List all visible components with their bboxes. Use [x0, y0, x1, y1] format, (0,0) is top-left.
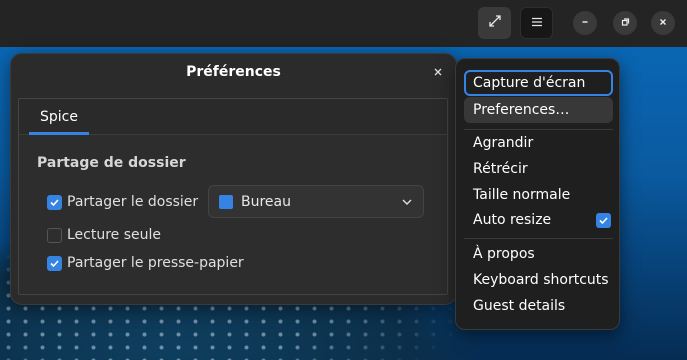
menu-item-preferences[interactable]: Preferences…	[464, 97, 613, 123]
menu-item-screenshot[interactable]: Capture d'écran	[464, 70, 613, 96]
dialog-title: Préférences	[186, 64, 281, 80]
read-only-label: Lecture seule	[67, 227, 162, 243]
tab-selected-indicator	[29, 132, 89, 135]
folder-icon	[219, 194, 233, 209]
menu-item-zoom-out[interactable]: Rétrécir	[464, 156, 613, 182]
main-menu-button[interactable]	[520, 7, 553, 39]
hamburger-menu-icon	[531, 15, 543, 31]
close-icon	[658, 15, 668, 31]
section-title-folder-sharing: Partage de dossier	[37, 155, 186, 171]
menu-item-about[interactable]: À propos	[464, 241, 613, 267]
preferences-notebook: Spice Partage de dossier Partager le dos…	[18, 98, 448, 295]
menu-item-keyboard-shortcuts[interactable]: Keyboard shortcuts	[464, 267, 613, 293]
chevron-down-icon	[401, 196, 413, 212]
share-folder-checkbox[interactable]: Partager le dossier	[47, 194, 198, 210]
share-clipboard-label: Partager le presse-papier	[67, 255, 244, 271]
checkbox-checked-icon	[596, 212, 611, 228]
fullscreen-icon	[488, 14, 502, 32]
auto-resize-label: Auto resize	[473, 212, 552, 228]
read-only-checkbox[interactable]: Lecture seule	[47, 227, 161, 243]
minimize-icon	[580, 15, 590, 31]
checkbox-checked-icon	[47, 194, 62, 210]
minimize-button[interactable]	[573, 11, 597, 35]
menu-item-auto-resize[interactable]: Auto resize	[464, 207, 613, 233]
folder-dropdown-value: Bureau	[241, 193, 291, 210]
checkbox-unchecked-icon	[47, 227, 62, 243]
maximize-icon	[620, 15, 630, 31]
folder-dropdown[interactable]: Bureau	[208, 185, 424, 218]
menu-item-zoom-in[interactable]: Agrandir	[464, 130, 613, 156]
close-icon	[433, 65, 443, 81]
share-clipboard-checkbox[interactable]: Partager le presse-papier	[47, 255, 244, 271]
tab-spice[interactable]: Spice	[29, 99, 89, 135]
main-menu-popover: Capture d'écran Preferences… Agrandir Ré…	[455, 58, 620, 330]
tab-bar: Spice	[19, 99, 447, 135]
checkbox-checked-icon	[47, 255, 62, 271]
preferences-dialog: Préférences Spice Partage de dossier Par…	[10, 53, 457, 305]
menu-item-normal-size[interactable]: Taille normale	[464, 182, 613, 208]
header-bar	[0, 0, 687, 47]
maximize-button[interactable]	[613, 11, 637, 35]
dialog-close-button[interactable]	[428, 63, 448, 83]
share-folder-label: Partager le dossier	[67, 194, 199, 210]
close-window-button[interactable]	[651, 11, 675, 35]
menu-item-guest-details[interactable]: Guest details	[464, 293, 613, 319]
menu-separator	[464, 238, 613, 239]
fullscreen-button[interactable]	[478, 7, 511, 39]
